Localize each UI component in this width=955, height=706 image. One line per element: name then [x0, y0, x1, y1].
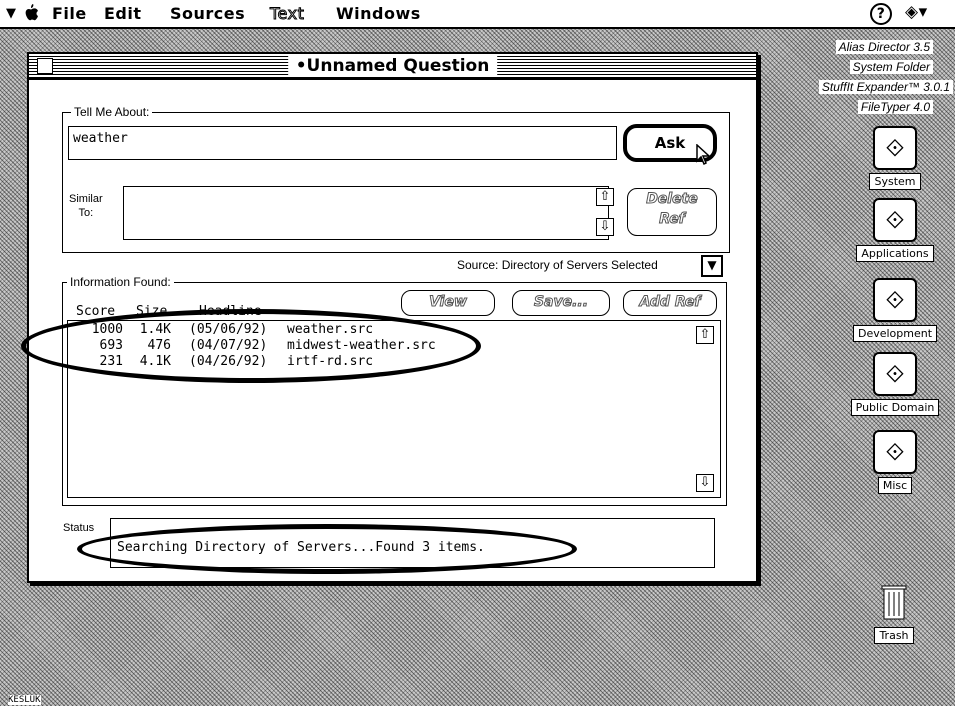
list-scroll-up-arrow-icon[interactable]: ⇧ — [696, 326, 714, 344]
menu-windows[interactable]: Windows — [336, 4, 421, 23]
system-folder-alias[interactable]: System Folder — [849, 60, 933, 74]
icon-label: Development — [852, 325, 938, 342]
close-box[interactable] — [37, 58, 53, 74]
save-button[interactable]: Save... — [512, 290, 610, 316]
information-found-label: Information Found: — [67, 275, 174, 289]
application-menu-icon[interactable]: ◈▾ — [905, 2, 928, 22]
filetyper-alias[interactable]: FileTyper 4.0 — [857, 100, 933, 114]
menu-file[interactable]: File — [52, 4, 87, 23]
menu-text[interactable]: Text — [269, 4, 304, 24]
desktop-icon-development[interactable]: ⟐ Development — [847, 278, 943, 342]
tell-me-label: Tell Me About: — [71, 105, 153, 119]
icon-label: Public Domain — [850, 399, 940, 416]
list-scroll-down-arrow-icon[interactable]: ⇩ — [696, 474, 714, 492]
trash-label: Trash — [874, 627, 914, 644]
alias-director-alias[interactable]: Alias Director 3.5 — [835, 40, 933, 54]
desktop-icon-system[interactable]: ⟐ System — [847, 126, 943, 190]
scroll-up-arrow-icon[interactable]: ⇧ — [596, 188, 614, 206]
trash-can[interactable]: Trash — [862, 582, 926, 644]
icon-label: System — [869, 173, 921, 190]
corner-text: KESLUK — [8, 695, 41, 705]
source-status-text: Source: Directory of Servers Selected — [457, 258, 658, 272]
help-icon[interactable]: ? — [870, 3, 892, 25]
desktop-icon-misc[interactable]: ⟐ Misc — [847, 430, 943, 494]
scroll-down-arrow-icon[interactable]: ⇩ — [596, 218, 614, 236]
view-button[interactable]: View — [401, 290, 495, 316]
menu-edit[interactable]: Edit — [104, 4, 142, 23]
apple-menu-icon[interactable] — [24, 4, 40, 26]
icon-label: Misc — [877, 477, 913, 494]
source-dropdown-arrow-icon[interactable]: ▼ — [701, 255, 723, 277]
similar-to-label: Similar To: — [69, 192, 103, 220]
diamond-disk-icon: ⟐ — [873, 278, 917, 322]
diamond-disk-icon: ⟐ — [873, 430, 917, 474]
status-label: Status — [63, 522, 95, 534]
question-window: •Unnamed Question Tell Me About: weather… — [21, 52, 758, 583]
stuffit-expander-alias[interactable]: StuffIt Expander™ 3.0.1 — [818, 80, 953, 94]
similar-to-field[interactable] — [123, 186, 609, 240]
trash-icon — [881, 585, 907, 620]
icon-label: Applications — [856, 245, 934, 262]
annotation-ellipse-status — [77, 524, 577, 574]
menu-triangle-icon[interactable]: ▼ — [6, 6, 17, 21]
menu-bar: ▼ File Edit Sources Text Windows ? ◈▾ — [0, 0, 955, 29]
menu-sources[interactable]: Sources — [170, 4, 245, 23]
diamond-disk-icon: ⟐ — [873, 126, 917, 170]
annotation-ellipse-results — [21, 309, 481, 383]
desktop-icon-public-domain[interactable]: ⟐ Public Domain — [843, 352, 947, 416]
query-input[interactable]: weather — [68, 126, 617, 160]
window-title: •Unnamed Question — [287, 56, 498, 76]
add-ref-button[interactable]: Add Ref — [623, 290, 717, 316]
diamond-disk-icon: ⟐ — [873, 352, 917, 396]
title-bar[interactable]: •Unnamed Question — [29, 54, 756, 80]
delete-ref-button[interactable]: Delete Ref — [627, 188, 717, 236]
cursor-pointer-icon — [696, 144, 711, 166]
diamond-disk-icon: ⟐ — [873, 198, 917, 242]
desktop-icon-applications[interactable]: ⟐ Applications — [847, 198, 943, 262]
